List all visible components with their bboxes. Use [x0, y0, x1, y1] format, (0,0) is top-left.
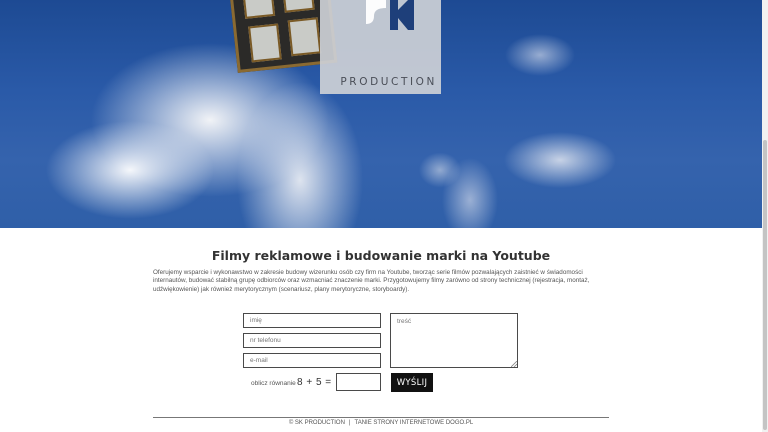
logo-text: PRODUCTION	[340, 76, 437, 88]
page-scrollbar[interactable]	[762, 0, 768, 432]
footer-divider	[153, 417, 609, 418]
footer: © SK PRODUCTION | TANIE STRONY INTERNETOWE…	[153, 420, 609, 426]
resize-grip-icon[interactable]	[511, 361, 517, 367]
scrollbar-thumb[interactable]	[763, 140, 767, 430]
captcha-equation: 8 + 5 =	[297, 377, 332, 388]
send-button[interactable]: WYŚLIJ	[391, 373, 433, 392]
footer-link-prefix: TANIE STRONY INTERNETOWE	[354, 420, 445, 426]
logo[interactable]: PRODUCTION	[320, 0, 441, 94]
captcha-input[interactable]	[336, 373, 381, 391]
captcha-label: oblicz równanie	[251, 380, 296, 387]
footer-separator: |	[348, 420, 351, 426]
sk-logo-mark-icon	[366, 0, 414, 30]
section-intro: Oferujemy wsparcie i wykonawstwo w zakre…	[153, 269, 590, 293]
hero-banner: PRODUCTION	[0, 0, 762, 228]
name-input[interactable]	[243, 313, 381, 328]
footer-copyright: © SK PRODUCTION	[288, 420, 345, 426]
phone-input[interactable]	[243, 333, 381, 348]
footer-link-dogo[interactable]: TANIE STRONY INTERNETOWE DOGO.PL	[354, 420, 473, 426]
footer-link-brand: DOGO.PL	[445, 420, 474, 426]
message-textarea[interactable]	[390, 313, 518, 368]
email-input[interactable]	[243, 353, 381, 368]
section-title: Filmy reklamowe i budowanie marki na You…	[211, 248, 551, 263]
